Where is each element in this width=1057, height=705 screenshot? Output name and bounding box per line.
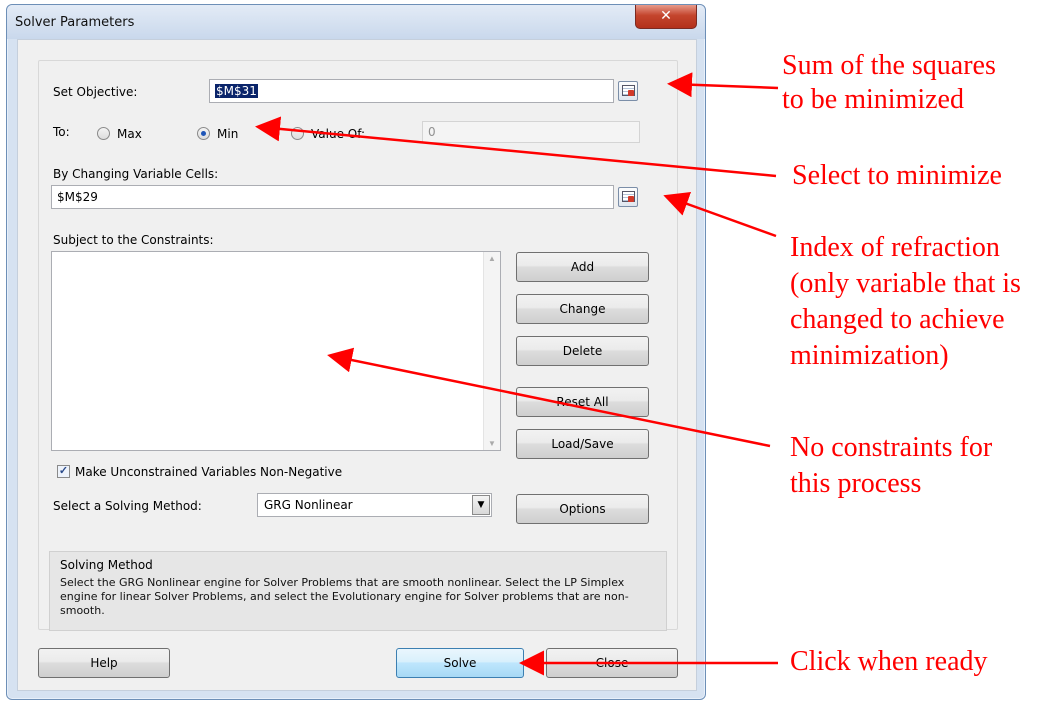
constraints-note-line1: No constraints for [790,432,993,463]
load-save-button[interactable]: Load/Save [516,429,649,459]
objective-note-line2: to be minimized [782,84,964,115]
solve-note: Click when ready [790,646,988,677]
value-of-label: Value Of: [311,127,366,141]
index-note-line3: changed to achieve [790,304,1005,335]
change-button[interactable]: Change [516,294,649,324]
constraints-scrollbar[interactable]: ▲ ▼ [483,252,500,450]
close-window-button[interactable]: ✕ [635,5,697,29]
changing-range-selector-button[interactable] [618,187,638,207]
constraints-note-line2: this process [790,468,922,499]
solving-method-info: Solving Method Select the GRG Nonlinear … [49,551,667,631]
set-objective-input[interactable]: $M$31 [209,79,614,103]
changing-cells-input[interactable]: $M$29 [51,185,614,209]
min-note: Select to minimize [792,160,1002,191]
to-label: To: [53,125,70,139]
set-objective-label: Set Objective: [53,85,138,99]
non-negative-checkbox[interactable]: ✓ [57,465,70,478]
close-button[interactable]: Close [546,648,678,678]
solver-parameters-dialog: Solver Parameters ✕ Set Objective: $M$31… [6,4,706,700]
changing-cells-label: By Changing Variable Cells: [53,167,219,181]
constraints-list[interactable]: ▲ ▼ [51,251,501,451]
solving-method-select[interactable]: GRG Nonlinear ▼ [257,493,492,517]
scroll-down-icon: ▼ [488,439,496,448]
solving-method-description: Select the GRG Nonlinear engine for Solv… [60,576,629,617]
non-negative-label: Make Unconstrained Variables Non-Negativ… [75,465,343,479]
scroll-up-icon: ▲ [488,254,496,263]
objective-note-line1: Sum of the squares [782,50,996,81]
window-title: Solver Parameters [15,15,135,30]
index-note-line4: minimization) [790,340,949,371]
reset-all-button[interactable]: Reset All [516,387,649,417]
min-label: Min [217,127,239,141]
max-label: Max [117,127,142,141]
close-icon: ✕ [660,8,672,24]
chevron-down-icon[interactable]: ▼ [472,495,490,515]
index-note-line1: Index of refraction [790,232,1000,263]
delete-button[interactable]: Delete [516,336,649,366]
constraints-label: Subject to the Constraints: [53,233,214,247]
objective-range-selector-button[interactable] [618,81,638,101]
value-of-radio[interactable] [291,127,304,140]
solving-method-title: Solving Method [60,558,153,572]
solving-method-value: GRG Nonlinear [264,498,353,512]
solve-button[interactable]: Solve [396,648,524,678]
parameters-group: Set Objective: $M$31 To: Max Min Value O… [38,60,678,631]
value-of-input[interactable]: 0 [422,121,640,143]
options-button[interactable]: Options [516,494,649,524]
dialog-body: Set Objective: $M$31 To: Max Min Value O… [17,39,697,691]
max-radio[interactable] [97,127,110,140]
index-note-line2: (only variable that is [790,268,1021,299]
add-button[interactable]: Add [516,252,649,282]
solving-method-label: Select a Solving Method: [53,499,202,513]
objective-value: $M$31 [215,84,258,98]
help-button[interactable]: Help [38,648,170,678]
min-radio[interactable] [197,127,210,140]
title-bar[interactable]: Solver Parameters ✕ [7,5,705,39]
